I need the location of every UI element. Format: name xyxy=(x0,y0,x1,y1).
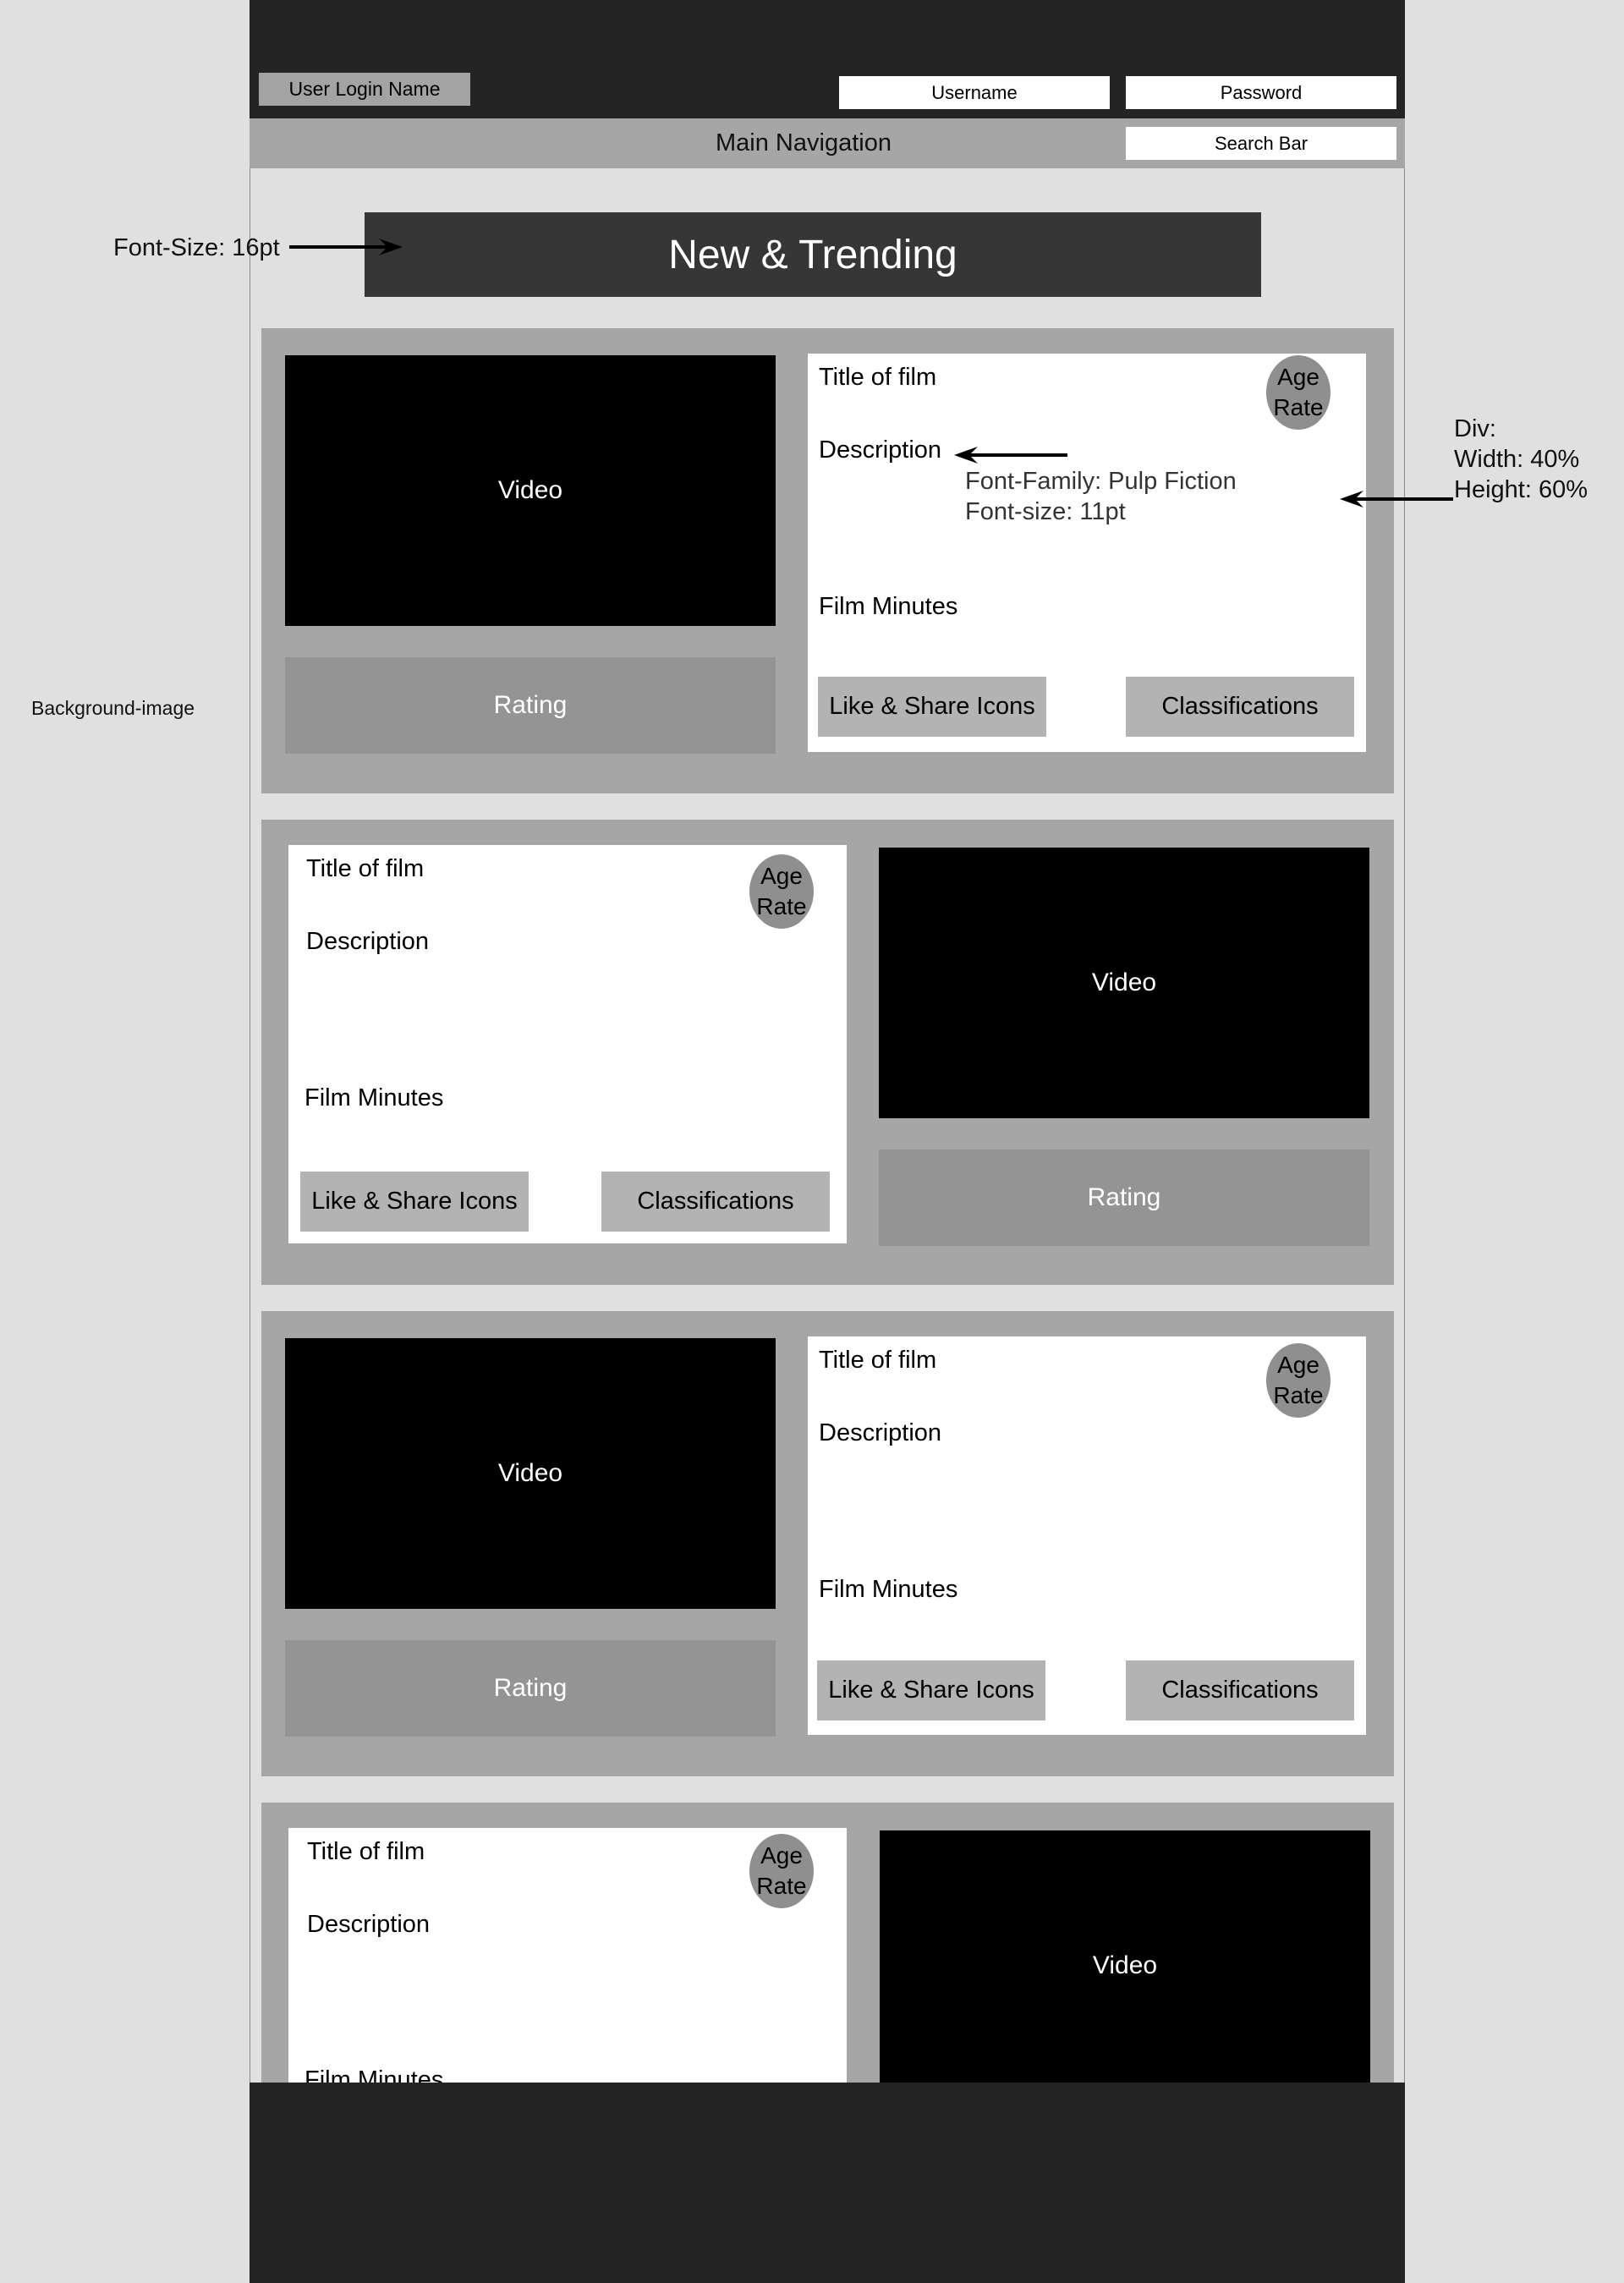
like-share-icons[interactable]: Like & Share Icons xyxy=(818,677,1046,737)
classifications-button[interactable]: Classifications xyxy=(601,1172,830,1232)
user-login-name[interactable]: User Login Name xyxy=(259,73,470,106)
like-share-icons[interactable]: Like & Share Icons xyxy=(300,1172,529,1232)
film-description: Description xyxy=(307,1911,431,1938)
age-rating-badge: Age Rate xyxy=(749,854,814,929)
arrow-icon xyxy=(954,447,1067,464)
rating-box[interactable]: Rating xyxy=(285,657,776,754)
arrow-icon xyxy=(289,239,403,255)
annotation-background-image: Background-image xyxy=(31,697,195,719)
film-title: Title of film xyxy=(819,1347,937,1374)
video-player[interactable]: Video xyxy=(285,1338,776,1609)
film-description: Description xyxy=(819,1419,942,1446)
film-description: Description xyxy=(819,436,942,464)
annotation-banner-font: Font-Size: 16pt xyxy=(113,234,280,261)
video-player[interactable]: Video xyxy=(880,1830,1370,2101)
annotation-description-font-size: Font-size: 11pt xyxy=(965,498,1126,525)
annotation-div-label: Div: xyxy=(1454,415,1496,442)
annotation-div-height: Height: 60% xyxy=(1454,476,1588,503)
age-rating-badge: Age Rate xyxy=(1266,1343,1330,1418)
age-rating-badge: Age Rate xyxy=(749,1834,814,1908)
rating-box[interactable]: Rating xyxy=(879,1150,1369,1246)
annotation-description-font-family: Font-Family: Pulp Fiction xyxy=(965,468,1237,495)
video-player[interactable]: Video xyxy=(285,355,776,626)
new-trending-banner: New & Trending xyxy=(365,212,1261,297)
like-share-icons[interactable]: Like & Share Icons xyxy=(817,1660,1045,1720)
film-minutes: Film Minutes xyxy=(304,1084,444,1111)
video-player[interactable]: Video xyxy=(879,848,1369,1118)
footer xyxy=(250,2083,1405,2283)
film-description: Description xyxy=(306,928,430,955)
film-minutes: Film Minutes xyxy=(819,1576,958,1603)
rating-box[interactable]: Rating xyxy=(285,1640,776,1737)
film-minutes: Film Minutes xyxy=(819,593,958,620)
classifications-button[interactable]: Classifications xyxy=(1126,1660,1354,1720)
film-title: Title of film xyxy=(819,364,937,391)
age-rating-badge: Age Rate xyxy=(1266,355,1330,430)
username-field[interactable]: Username xyxy=(839,76,1110,109)
film-title: Title of film xyxy=(307,1838,425,1865)
annotation-div-width: Width: 40% xyxy=(1454,446,1580,473)
film-title: Title of film xyxy=(306,855,425,882)
search-bar[interactable]: Search Bar xyxy=(1126,127,1396,160)
arrow-icon xyxy=(1340,491,1453,508)
password-field[interactable]: Password xyxy=(1126,76,1396,109)
classifications-button[interactable]: Classifications xyxy=(1126,677,1354,737)
